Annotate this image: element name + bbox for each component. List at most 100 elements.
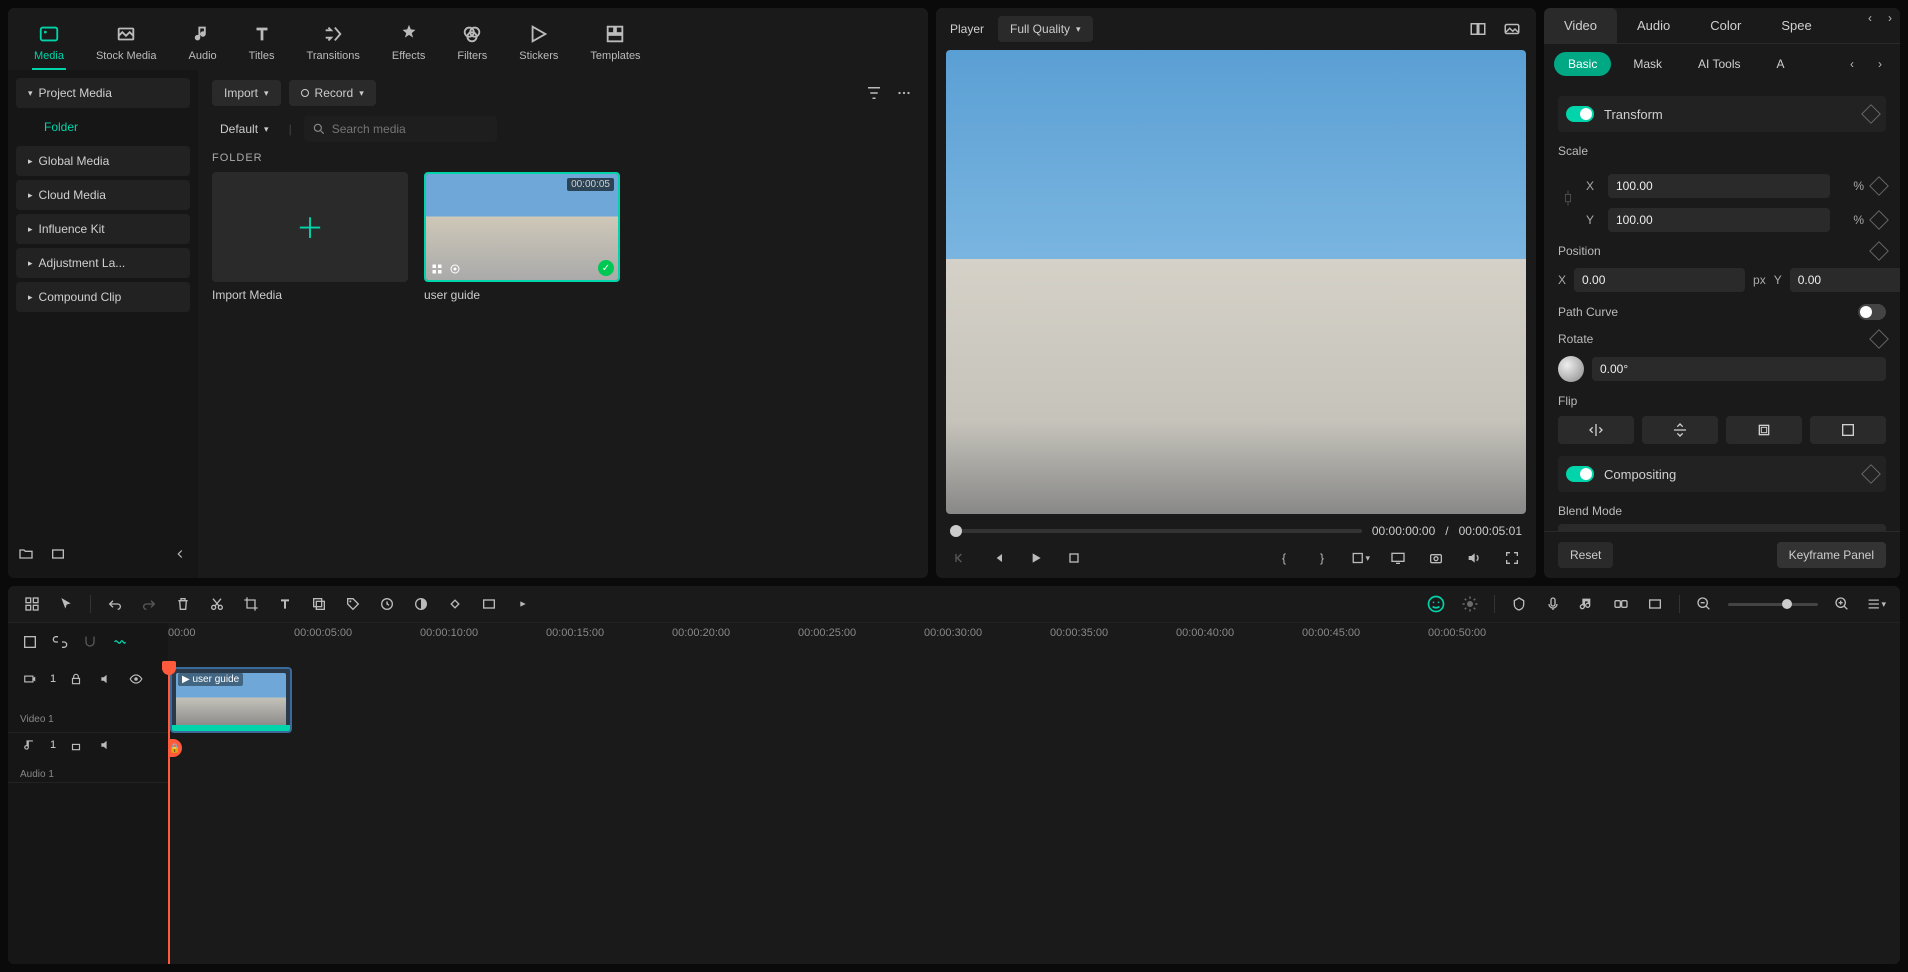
compositing-toggle[interactable] [1566,466,1594,482]
more-icon[interactable] [894,83,914,103]
nav-stock-media[interactable]: Stock Media [94,16,159,70]
snapshot-icon[interactable] [1502,19,1522,39]
keyframe-panel-button[interactable]: Keyframe Panel [1777,542,1886,568]
new-folder-icon[interactable] [16,544,36,564]
tab-video[interactable]: Video [1544,8,1617,43]
subtab-basic[interactable]: Basic [1554,52,1611,76]
timeline-ruler[interactable]: 00:00 00:00:05:00 00:00:10:00 00:00:15:0… [168,623,1900,661]
sidebar-cloud-media[interactable]: ▸Cloud Media [16,180,190,210]
more-tools-icon[interactable] [513,594,533,614]
subtab-ai-tools[interactable]: AI Tools [1684,52,1754,76]
sidebar-global-media[interactable]: ▸Global Media [16,146,190,176]
lock-aspect-icon[interactable] [1558,188,1578,208]
flip-horizontal-button[interactable] [1558,416,1634,444]
import-media-card[interactable]: ＋ Import Media [212,172,408,302]
scale-x-input[interactable] [1608,174,1830,198]
rotate-knob[interactable] [1558,356,1584,382]
nav-media[interactable]: Media [32,16,66,70]
aspect-icon[interactable] [1645,594,1665,614]
mute-icon[interactable] [96,669,116,689]
playhead[interactable] [168,661,170,964]
audio-track-header[interactable]: 1 Audio 1 [8,733,168,783]
keyframe-tool-icon[interactable] [445,594,465,614]
tabs-next-icon[interactable]: › [1880,8,1900,28]
link-tracks-icon[interactable] [50,632,70,652]
cut-icon[interactable] [207,594,227,614]
step-back-icon[interactable] [988,548,1008,568]
stop-icon[interactable] [1064,548,1084,568]
keyframe-icon[interactable] [1869,241,1889,261]
keyframe-icon[interactable] [1869,329,1889,349]
tab-speed[interactable]: Spee [1761,8,1831,43]
pos-x-input[interactable] [1574,268,1745,292]
play-icon[interactable] [1026,548,1046,568]
flip-vertical-button[interactable] [1642,416,1718,444]
track-height-icon[interactable]: ▾ [1866,594,1886,614]
reset-button[interactable]: Reset [1558,542,1613,568]
render-icon[interactable] [479,594,499,614]
magnet-icon[interactable] [80,632,100,652]
crop-icon[interactable]: ▾ [1350,548,1370,568]
redo-icon[interactable] [139,594,159,614]
new-bin-icon[interactable] [48,544,68,564]
player-viewport[interactable] [946,50,1526,514]
nav-filters[interactable]: Filters [455,16,489,70]
fit-button[interactable] [1726,416,1802,444]
blend-mode-select[interactable]: Normal▾ [1558,524,1886,531]
rotate-input[interactable] [1592,357,1886,381]
eye-icon[interactable] [126,669,146,689]
track-add-icon[interactable] [20,632,40,652]
mark-out-icon[interactable]: } [1312,548,1332,568]
seek-handle[interactable] [950,525,962,537]
layout-icon[interactable] [22,594,42,614]
auto-ripple-icon[interactable] [110,632,130,652]
nav-audio[interactable]: Audio [187,16,219,70]
quality-dropdown[interactable]: Full Quality▾ [998,16,1093,42]
copy-icon[interactable] [309,594,329,614]
mark-in-icon[interactable]: { [1274,548,1294,568]
collapse-sidebar-icon[interactable] [170,544,190,564]
nav-effects[interactable]: Effects [390,16,427,70]
text-tool-icon[interactable] [275,594,295,614]
lock-icon[interactable] [66,735,86,755]
compare-icon[interactable] [1468,19,1488,39]
zoom-out-icon[interactable] [1694,594,1714,614]
mute-icon[interactable] [96,735,116,755]
display-icon[interactable] [1388,548,1408,568]
sidebar-project-media[interactable]: ▾Project Media [16,78,190,108]
speed-icon[interactable] [377,594,397,614]
subtabs-prev-icon[interactable]: ‹ [1842,54,1862,74]
timeline-track-area[interactable]: ▶ user guide 🔒 [168,661,1900,964]
scale-y-input[interactable] [1608,208,1830,232]
nav-transitions[interactable]: Transitions [305,16,362,70]
nav-titles[interactable]: Titles [247,16,277,70]
media-clip-card[interactable]: 00:00:05 ✓ user guide [424,172,620,302]
tab-color[interactable]: Color [1690,8,1761,43]
volume-icon[interactable] [1464,548,1484,568]
tab-audio[interactable]: Audio [1617,8,1690,43]
fill-button[interactable] [1810,416,1886,444]
keyframe-icon[interactable] [1861,104,1881,124]
crop-tool-icon[interactable] [241,594,261,614]
link-icon[interactable] [1611,594,1631,614]
undo-icon[interactable] [105,594,125,614]
import-button[interactable]: Import▾ [212,80,281,106]
sidebar-influence-kit[interactable]: ▸Influence Kit [16,214,190,244]
music-icon[interactable] [1577,594,1597,614]
path-curve-toggle[interactable] [1858,304,1886,320]
marker-icon[interactable] [1509,594,1529,614]
pointer-icon[interactable] [56,594,76,614]
record-button[interactable]: Record▾ [289,80,376,106]
sidebar-folder[interactable]: Folder [32,112,190,142]
video-track-header[interactable]: 1 Video 1 [8,661,168,733]
delete-icon[interactable] [173,594,193,614]
camera-icon[interactable] [1426,548,1446,568]
filter-icon[interactable] [864,83,884,103]
keyframe-icon[interactable] [1869,176,1889,196]
zoom-in-icon[interactable] [1832,594,1852,614]
slider-handle[interactable] [1782,599,1792,609]
nav-templates[interactable]: Templates [588,16,642,70]
sort-dropdown[interactable]: Default▾ [212,118,277,140]
transform-section-header[interactable]: Transform [1558,96,1886,132]
sidebar-adjustment-layer[interactable]: ▸Adjustment La... [16,248,190,278]
